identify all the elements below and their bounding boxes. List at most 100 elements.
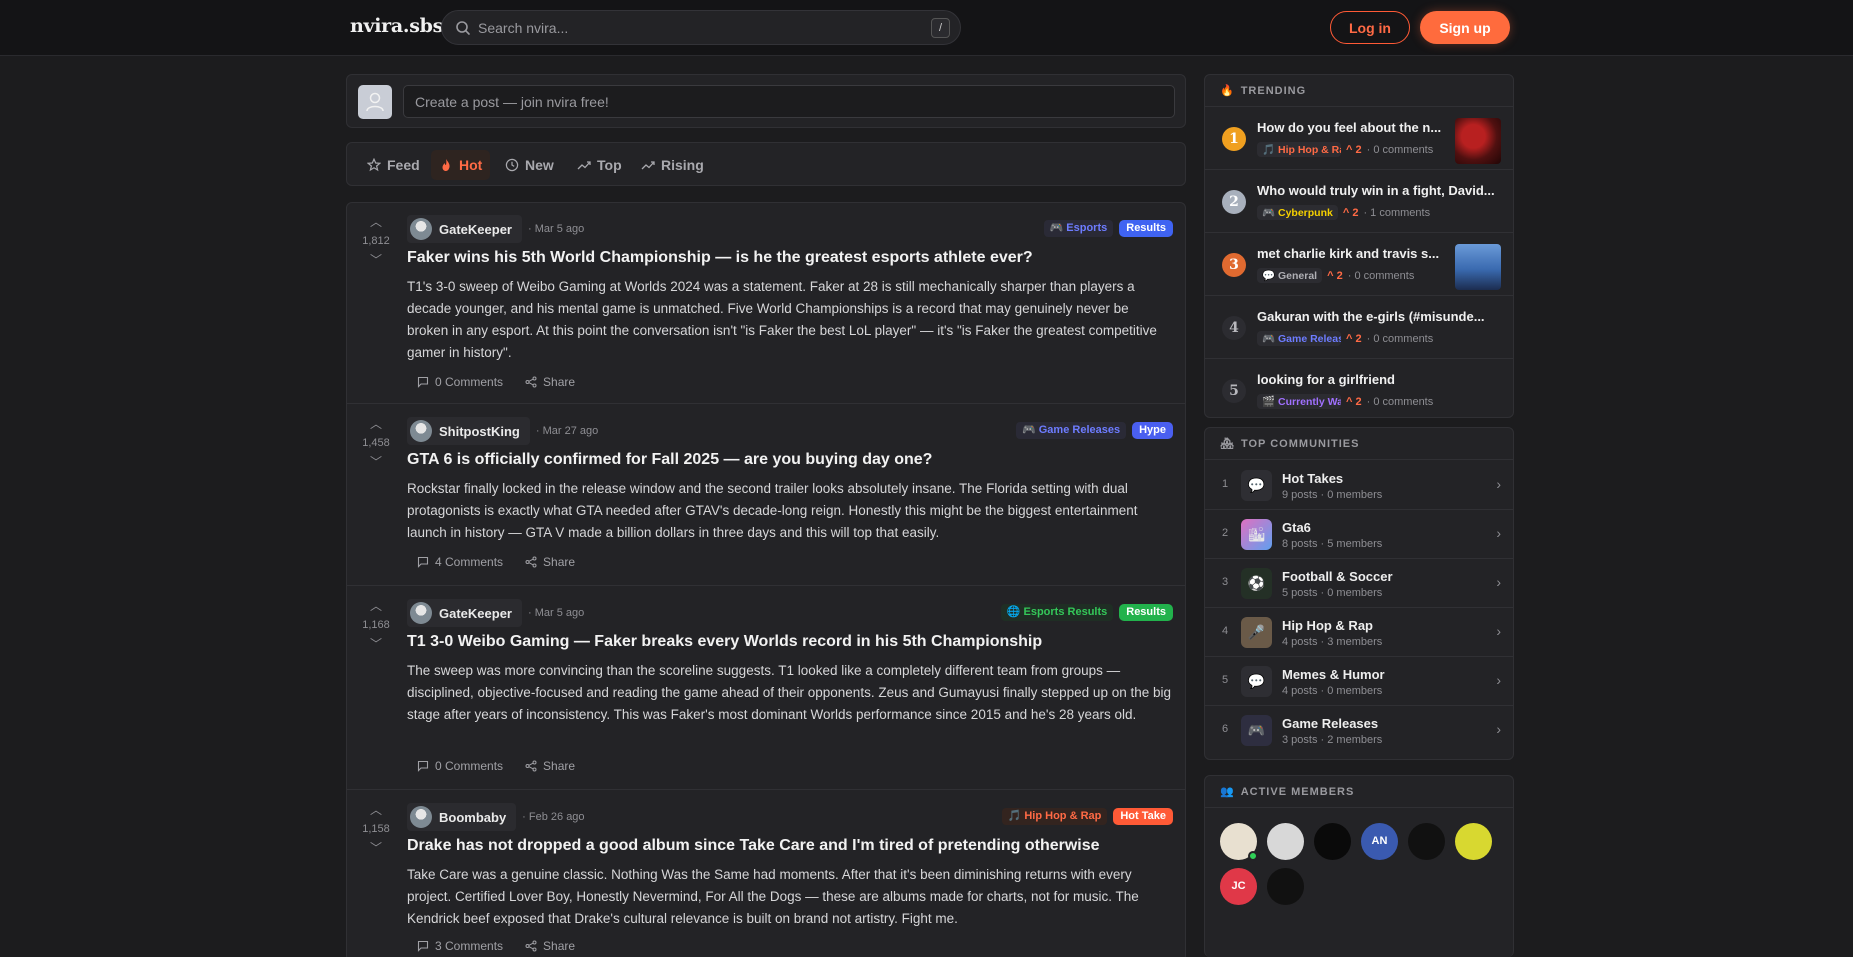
- community-item[interactable]: 4 🎤 Hip Hop & Rap 4 posts · 3 members ›: [1205, 608, 1513, 657]
- community-item[interactable]: 3 ⚽ Football & Soccer 5 posts · 0 member…: [1205, 559, 1513, 608]
- community-name[interactable]: Memes & Humor: [1282, 667, 1385, 682]
- trending-title[interactable]: Who would truly win in a fight, David...: [1257, 183, 1503, 198]
- share-icon: [525, 940, 537, 952]
- downvote-icon[interactable]: ﹀: [357, 637, 395, 651]
- avatar: [410, 602, 432, 624]
- tab-top[interactable]: Top: [569, 150, 630, 180]
- author-chip[interactable]: ShitpostKing: [407, 417, 530, 445]
- share-button[interactable]: Share: [525, 759, 575, 773]
- post-card[interactable]: ︿ 1,812 ﹀ GateKeeper · Mar 5 ago 🎮 Espor…: [347, 203, 1185, 404]
- login-button[interactable]: Log in: [1330, 11, 1410, 44]
- share-button[interactable]: Share: [525, 375, 575, 389]
- post-title[interactable]: GTA 6 is officially confirmed for Fall 2…: [407, 451, 1167, 469]
- member-avatar[interactable]: [1314, 823, 1351, 860]
- members-heading: 👥 ACTIVE MEMBERS: [1205, 776, 1513, 808]
- comments-button[interactable]: 0 Comments: [417, 759, 503, 773]
- post-time: · Feb 26 ago: [522, 811, 585, 823]
- upvote-icon[interactable]: ︿: [357, 215, 395, 229]
- comment-count: · 0 comments: [1347, 269, 1415, 282]
- downvote-icon[interactable]: ﹀: [357, 253, 395, 267]
- community-rank: 5: [1222, 674, 1229, 686]
- top-bar: nvira.sbs / Log in Sign up: [0, 0, 1853, 56]
- community-item[interactable]: 6 🎮 Game Releases 3 posts · 2 members ›: [1205, 706, 1513, 755]
- trending-meta: 🎵 Hip Hop & Ra ^ 2 · 0 comments: [1257, 142, 1433, 157]
- thumbnail-image[interactable]: [1455, 244, 1501, 290]
- vote-count: 1,168: [362, 619, 390, 631]
- community-name[interactable]: Hip Hop & Rap: [1282, 618, 1373, 633]
- thumbnail-image[interactable]: [1455, 118, 1501, 164]
- signup-button[interactable]: Sign up: [1420, 11, 1510, 44]
- category-tag[interactable]: 🌐 Esports Results: [1000, 604, 1114, 621]
- trending-item[interactable]: 2 Who would truly win in a fight, David.…: [1205, 171, 1513, 233]
- search-bar[interactable]: /: [441, 10, 961, 45]
- category-tag[interactable]: 🎬 Currently Wa: [1257, 394, 1341, 409]
- downvote-icon[interactable]: ﹀: [357, 455, 395, 469]
- trending-title[interactable]: Gakuran with the e-girls (#misunde...: [1257, 309, 1503, 324]
- community-item[interactable]: 2 🏙 Gta6 8 posts · 5 members ›: [1205, 510, 1513, 559]
- author-chip[interactable]: GateKeeper: [407, 599, 522, 627]
- author-name: GateKeeper: [439, 605, 512, 621]
- post-title[interactable]: Faker wins his 5th World Championship — …: [407, 249, 1167, 267]
- member-avatar[interactable]: [1267, 868, 1304, 905]
- post-card[interactable]: ︿ 1,168 ﹀ GateKeeper · Mar 5 ago 🌐 Espor…: [347, 587, 1185, 790]
- category-tag[interactable]: 🎵 Hip Hop & Rap: [1001, 808, 1108, 825]
- trending-item[interactable]: 5 looking for a girlfriend 🎬 Currently W…: [1205, 360, 1513, 417]
- trending-item[interactable]: 1 How do you feel about the n... 🎵 Hip H…: [1205, 108, 1513, 170]
- author-chip[interactable]: GateKeeper: [407, 215, 522, 243]
- trending-title[interactable]: How do you feel about the n...: [1257, 120, 1447, 135]
- upvote-icon[interactable]: ︿: [357, 803, 395, 817]
- community-item[interactable]: 1 💬 Hot Takes 9 posts · 0 members ›: [1205, 461, 1513, 510]
- category-tag[interactable]: 🎮 Cyberpunk: [1257, 205, 1338, 220]
- member-avatar[interactable]: AN: [1361, 823, 1398, 860]
- category-tag[interactable]: 🎮 Game Releas: [1257, 331, 1341, 346]
- rank-badge: 1: [1222, 127, 1246, 151]
- post-title[interactable]: Drake has not dropped a good album since…: [407, 837, 1167, 855]
- search-input[interactable]: [478, 11, 898, 44]
- trending-item[interactable]: 3 met charlie kirk and travis s... 💬 Gen…: [1205, 234, 1513, 296]
- tab-rising[interactable]: Rising: [633, 150, 712, 180]
- community-name[interactable]: Gta6: [1282, 520, 1311, 535]
- community-rank: 3: [1222, 576, 1229, 588]
- member-avatar[interactable]: JC: [1220, 868, 1257, 905]
- community-stats: 5 posts · 0 members: [1282, 587, 1383, 599]
- flame-icon: [442, 159, 450, 171]
- tab-new[interactable]: New: [497, 150, 562, 180]
- flair-badge: Results: [1119, 604, 1173, 621]
- community-item[interactable]: 5 💬 Memes & Humor 4 posts · 0 members ›: [1205, 657, 1513, 706]
- create-post-input[interactable]: [403, 85, 1175, 118]
- community-name[interactable]: Hot Takes: [1282, 471, 1343, 486]
- upvote-icon[interactable]: ︿: [357, 417, 395, 431]
- category-tag[interactable]: 💬 General: [1257, 268, 1323, 283]
- downvote-icon[interactable]: ﹀: [357, 841, 395, 855]
- tab-feed[interactable]: Feed: [359, 150, 428, 180]
- post-card[interactable]: ︿ 1,158 ﹀ Boombaby · Feb 26 ago 🎵 Hip Ho…: [347, 791, 1185, 957]
- share-label: Share: [543, 939, 576, 953]
- upvote-icon[interactable]: ︿: [357, 599, 395, 613]
- comments-label: 0 Comments: [435, 375, 504, 389]
- comments-button[interactable]: 3 Comments: [417, 939, 503, 953]
- post-card[interactable]: ︿ 1,458 ﹀ ShitpostKing · Mar 27 ago 🎮 Ga…: [347, 405, 1185, 586]
- trending-title[interactable]: looking for a girlfriend: [1257, 372, 1503, 387]
- chevron-right-icon: ›: [1496, 672, 1501, 688]
- member-avatar[interactable]: [1408, 823, 1445, 860]
- trending-item[interactable]: 4 Gakuran with the e-girls (#misunde... …: [1205, 297, 1513, 359]
- member-avatar[interactable]: [1455, 823, 1492, 860]
- community-name[interactable]: Football & Soccer: [1282, 569, 1393, 584]
- comments-button[interactable]: 4 Comments: [417, 555, 503, 569]
- site-logo[interactable]: nvira.sbs: [350, 15, 443, 37]
- soccer-ball-icon: ⚽: [1241, 568, 1272, 599]
- category-tag[interactable]: 🎮 Game Releases: [1016, 422, 1127, 439]
- category-tag[interactable]: 🎮 Esports: [1043, 220, 1114, 237]
- tab-hot[interactable]: Hot: [431, 150, 491, 180]
- member-avatar[interactable]: [1267, 823, 1304, 860]
- author-chip[interactable]: Boombaby: [407, 803, 517, 831]
- comments-button[interactable]: 0 Comments: [417, 375, 503, 389]
- create-post-box: [346, 74, 1186, 128]
- post-title[interactable]: T1 3-0 Weibo Gaming — Faker breaks every…: [407, 633, 1167, 651]
- category-tag[interactable]: 🎵 Hip Hop & Ra: [1257, 142, 1341, 157]
- comment-icon: [417, 940, 429, 952]
- trending-title[interactable]: met charlie kirk and travis s...: [1257, 246, 1447, 261]
- share-button[interactable]: Share: [525, 555, 575, 569]
- community-name[interactable]: Game Releases: [1282, 716, 1378, 731]
- share-button[interactable]: Share: [525, 939, 575, 953]
